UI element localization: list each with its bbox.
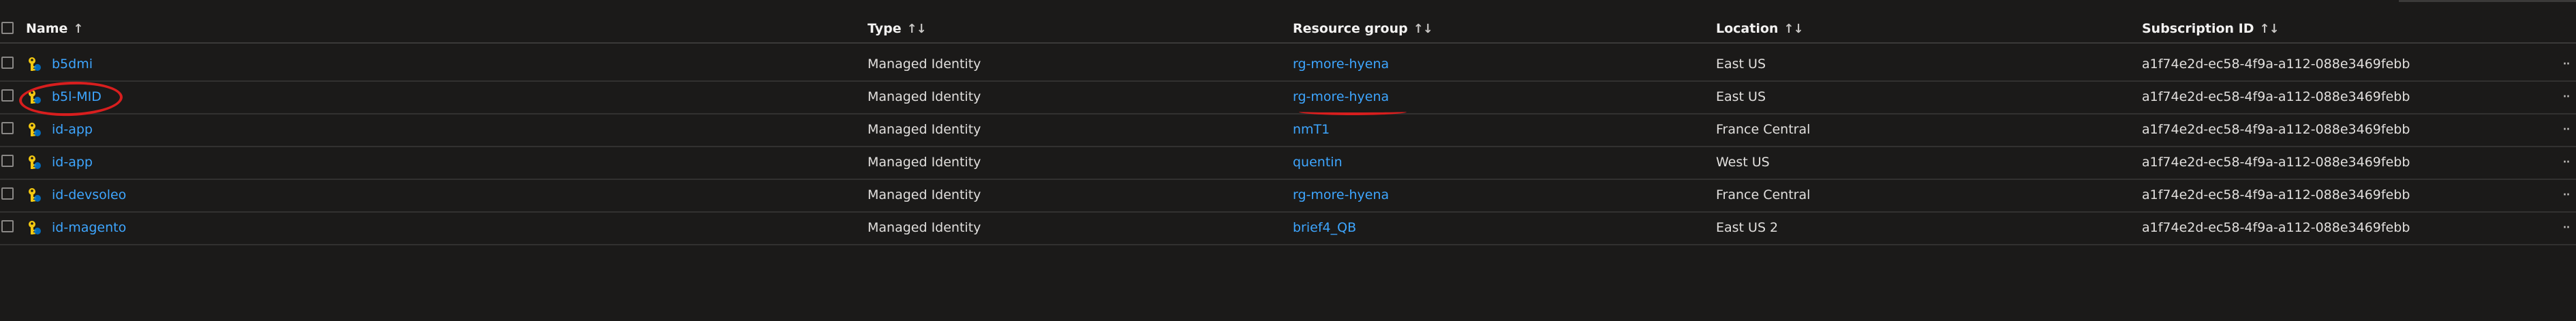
row-checkbox[interactable] [1, 57, 14, 69]
column-header-resource-group-label: Resource group [1293, 21, 1408, 36]
column-header-location-label: Location [1716, 21, 1779, 36]
more-actions-icon[interactable]: ·· [2562, 80, 2571, 113]
resource-type: Managed Identity [868, 122, 981, 137]
table-row[interactable]: id-magento Managed Identity brief4_QB Ea… [0, 211, 2576, 245]
column-header-resource-group[interactable]: Resource group ↑↓ [1293, 15, 1433, 42]
resource-group-link[interactable]: rg-more-hyena [1293, 48, 1389, 80]
location: France Central [1716, 122, 1811, 137]
annotation-underline [1299, 108, 1407, 115]
table-row[interactable]: b5l-MID Managed Identity rg-more-hyena E… [0, 80, 2576, 114]
managed-identity-icon [29, 188, 41, 202]
managed-identity-icon [29, 221, 41, 234]
more-actions-icon[interactable]: ·· [2562, 48, 2571, 80]
column-header-type-label: Type [868, 21, 902, 36]
resource-type: Managed Identity [868, 220, 981, 235]
subscription-id: a1f74e2d-ec58-4f9a-a112-088e3469febb [2142, 122, 2410, 137]
resource-name-link[interactable]: id-devsoleo [52, 179, 126, 211]
column-header-name[interactable]: Name ↑ [26, 15, 84, 42]
managed-identity-icon [29, 155, 41, 169]
resource-name-link[interactable]: b5dmi [52, 48, 93, 80]
top-divider [2399, 0, 2576, 2]
row-checkbox[interactable] [1, 187, 14, 200]
sort-ascending-icon[interactable]: ↑ [73, 22, 83, 36]
subscription-id: a1f74e2d-ec58-4f9a-a112-088e3469febb [2142, 89, 2410, 104]
sort-arrows-icon[interactable]: ↑↓ [2260, 22, 2280, 36]
table-header: Name ↑ Type ↑↓ Resource group ↑↓ Locatio… [0, 15, 2576, 44]
select-all-checkbox[interactable] [1, 22, 14, 34]
table-row[interactable]: id-app Managed Identity quentin West US … [0, 146, 2576, 180]
subscription-id: a1f74e2d-ec58-4f9a-a112-088e3469febb [2142, 155, 2410, 170]
resource-type: Managed Identity [868, 155, 981, 170]
row-checkbox[interactable] [1, 220, 14, 232]
resource-type: Managed Identity [868, 57, 981, 72]
column-header-subscription-id[interactable]: Subscription ID ↑↓ [2142, 15, 2280, 42]
more-actions-icon[interactable]: ·· [2562, 179, 2571, 211]
subscription-id: a1f74e2d-ec58-4f9a-a112-088e3469febb [2142, 187, 2410, 202]
resource-type: Managed Identity [868, 89, 981, 104]
resource-group-link[interactable]: nmT1 [1293, 113, 1330, 146]
resource-type: Managed Identity [868, 187, 981, 202]
row-checkbox[interactable] [1, 122, 14, 134]
table-row[interactable]: b5dmi Managed Identity rg-more-hyena Eas… [0, 48, 2576, 82]
more-actions-icon[interactable]: ·· [2562, 211, 2571, 244]
resource-group-link[interactable]: brief4_QB [1293, 211, 1356, 244]
location: France Central [1716, 187, 1811, 202]
location: East US [1716, 57, 1766, 72]
more-actions-icon[interactable]: ·· [2562, 113, 2571, 146]
row-checkbox[interactable] [1, 89, 14, 102]
location: East US [1716, 89, 1766, 104]
sort-arrows-icon[interactable]: ↑↓ [907, 22, 927, 36]
subscription-id: a1f74e2d-ec58-4f9a-a112-088e3469febb [2142, 57, 2410, 72]
sort-arrows-icon[interactable]: ↑↓ [1783, 22, 1803, 36]
column-header-location[interactable]: Location ↑↓ [1716, 15, 1804, 42]
subscription-id: a1f74e2d-ec58-4f9a-a112-088e3469febb [2142, 220, 2410, 235]
resource-group-link[interactable]: rg-more-hyena [1293, 179, 1389, 211]
more-actions-icon[interactable]: ·· [2562, 146, 2571, 179]
column-header-name-label: Name [26, 21, 68, 36]
table-row[interactable]: id-devsoleo Managed Identity rg-more-hye… [0, 179, 2576, 213]
resource-name-link[interactable]: id-magento [52, 211, 126, 244]
resource-name-link[interactable]: id-app [52, 146, 93, 179]
resource-group-link[interactable]: quentin [1293, 146, 1343, 179]
table-row[interactable]: id-app Managed Identity nmT1 France Cent… [0, 113, 2576, 147]
sort-arrows-icon[interactable]: ↑↓ [1413, 22, 1433, 36]
location: East US 2 [1716, 220, 1779, 235]
managed-identity-icon [29, 123, 41, 136]
column-header-type[interactable]: Type ↑↓ [868, 15, 927, 42]
managed-identity-icon [29, 57, 41, 71]
column-header-subscription-id-label: Subscription ID [2142, 21, 2254, 36]
row-checkbox[interactable] [1, 155, 14, 167]
resource-name-link[interactable]: id-app [52, 113, 93, 146]
location: West US [1716, 155, 1770, 170]
